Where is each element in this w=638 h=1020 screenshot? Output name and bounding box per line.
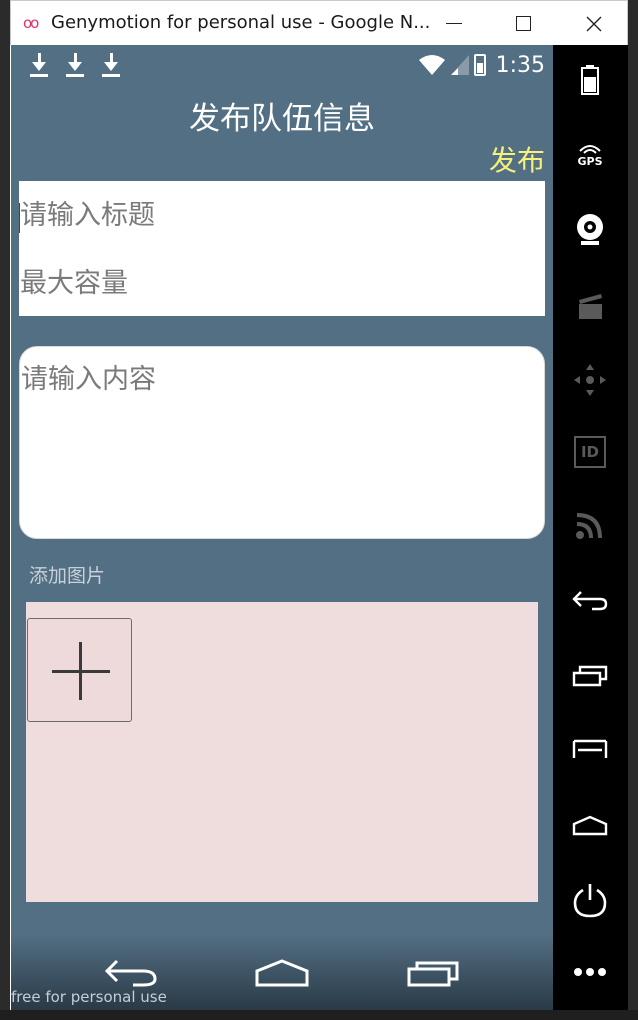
page-title: 发布队伍信息	[189, 101, 375, 137]
status-bar: 1:35	[11, 45, 553, 85]
nav-home-button[interactable]	[254, 955, 314, 995]
content-placeholder: 请输入内容	[21, 364, 156, 395]
nav-recents-button[interactable]	[405, 955, 465, 995]
maximize-button[interactable]	[498, 1, 548, 46]
window-title: Genymotion for personal use - Google N..…	[51, 12, 431, 33]
dpad-widget-button[interactable]	[565, 355, 615, 405]
title-input[interactable]: 请输入标题	[19, 191, 545, 241]
webcam-widget-button[interactable]	[565, 205, 615, 255]
genymotion-logo-icon: oo	[23, 14, 39, 32]
image-grid	[26, 602, 538, 902]
gps-label: GPS	[577, 154, 603, 168]
add-image-label: 添加图片	[29, 565, 106, 587]
download-icon	[65, 53, 85, 77]
more-button[interactable]	[565, 947, 615, 997]
id-icon: ID	[574, 436, 606, 468]
genymotion-toolbar: GPS ID	[553, 45, 628, 1010]
content-input[interactable]: 请输入内容	[19, 346, 545, 539]
video-capture-button[interactable]	[565, 280, 615, 330]
status-icons: 1:35	[418, 51, 545, 79]
wifi-icon	[418, 55, 445, 75]
sidebar-menu-button[interactable]	[565, 725, 615, 775]
android-screen: 1:35 发布队伍信息 发布 请输入标题 最大容量 请输入内容 添加图片 fre…	[11, 45, 553, 1010]
download-icon	[29, 53, 49, 77]
basic-info-card: 请输入标题 最大容量	[19, 181, 545, 316]
video-icon	[579, 294, 602, 319]
publish-button[interactable]: 发布	[489, 139, 545, 179]
id-label: ID	[580, 443, 600, 461]
battery-charging-icon	[473, 54, 486, 76]
menu-icon	[572, 739, 608, 758]
battery-widget-button[interactable]	[565, 55, 615, 105]
minimize-button[interactable]	[429, 1, 479, 46]
minimize-icon	[446, 23, 462, 24]
back-icon	[572, 591, 608, 611]
download-icon	[101, 53, 121, 77]
battery-icon	[581, 65, 599, 95]
close-icon	[586, 16, 602, 31]
dpad-icon	[574, 364, 606, 396]
webcam-icon	[577, 214, 603, 245]
home-icon	[572, 815, 608, 836]
desktop-background	[0, 1010, 638, 1020]
recents-icon	[407, 961, 459, 987]
more-icon	[574, 968, 606, 976]
gps-widget-button[interactable]: GPS	[565, 130, 615, 180]
capacity-input[interactable]: 最大容量	[19, 259, 545, 309]
gps-icon	[579, 144, 601, 154]
watermark: free for personal use	[11, 988, 167, 1006]
emulator-window: oo Genymotion for personal use - Google …	[10, 0, 628, 1020]
close-button[interactable]	[569, 1, 619, 46]
recents-icon	[572, 665, 608, 687]
network-widget-button[interactable]	[565, 500, 615, 550]
window-titlebar[interactable]: oo Genymotion for personal use - Google …	[10, 0, 628, 45]
rss-icon	[576, 513, 602, 539]
sidebar-back-button[interactable]	[565, 575, 615, 625]
sidebar-recents-button[interactable]	[565, 650, 615, 700]
power-button[interactable]	[565, 875, 615, 925]
device-id-button[interactable]: ID	[565, 427, 615, 477]
status-time: 1:35	[495, 52, 545, 78]
maximize-icon	[515, 16, 531, 31]
back-icon	[104, 959, 157, 987]
home-icon	[255, 959, 309, 987]
power-icon	[573, 884, 607, 918]
add-image-button[interactable]	[27, 618, 132, 722]
sidebar-home-button[interactable]	[565, 800, 615, 850]
signal-icon	[450, 55, 469, 75]
